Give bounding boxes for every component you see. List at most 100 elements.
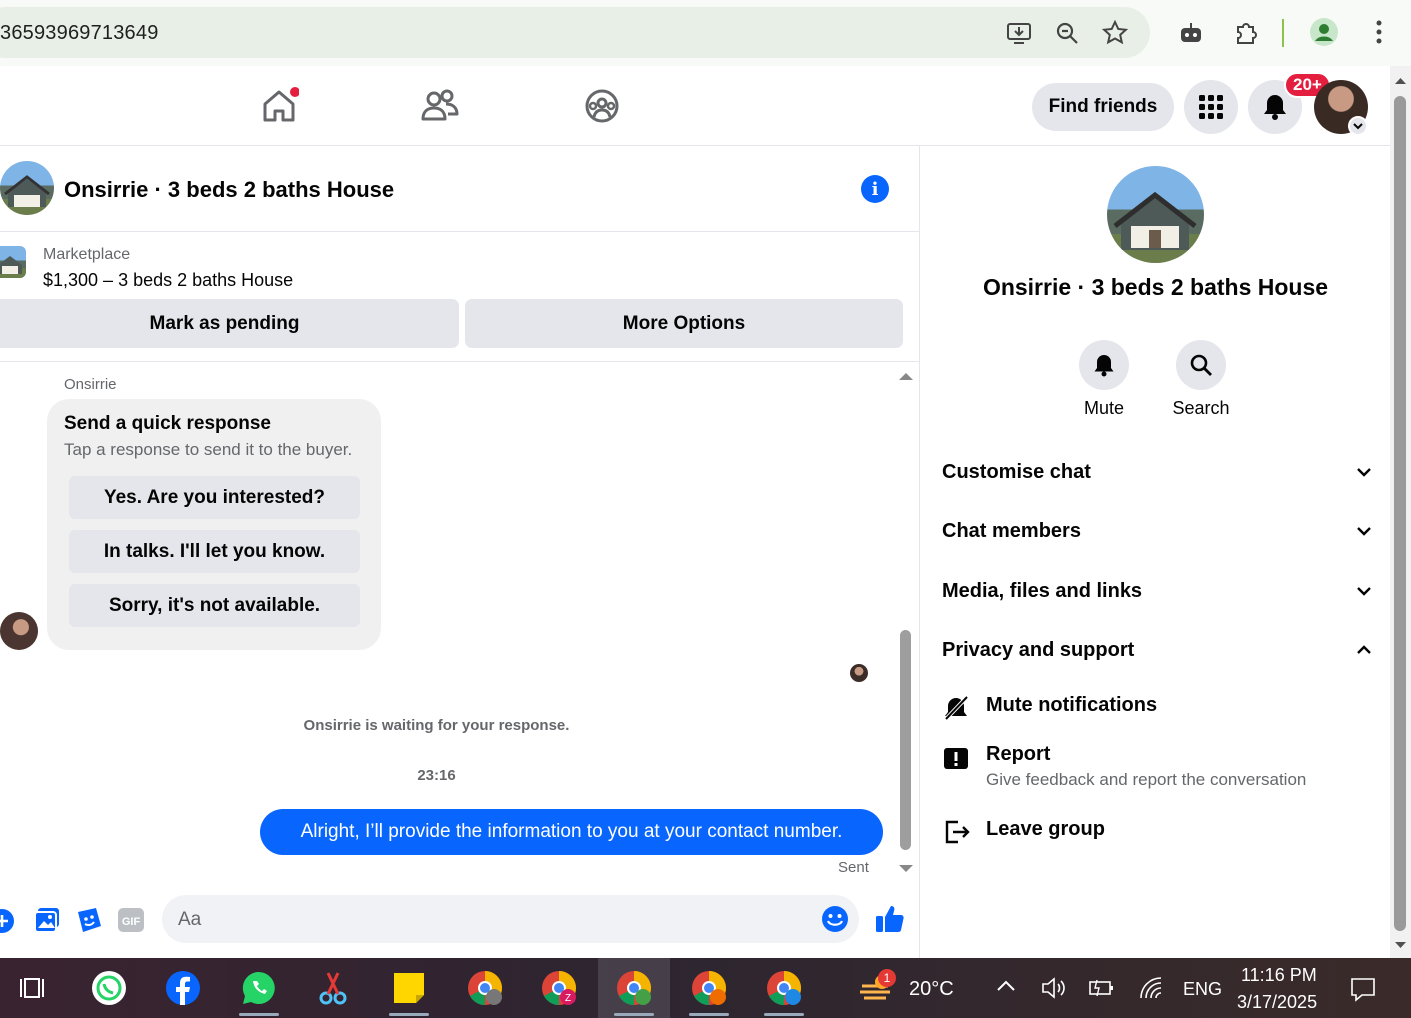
leave-door-icon xyxy=(942,818,970,846)
chevron-down-icon xyxy=(1357,527,1371,536)
url-text: 36593969713649 xyxy=(0,22,159,44)
bookmark-star-icon[interactable] xyxy=(1100,18,1130,48)
chrome-profile-4-icon[interactable] xyxy=(679,958,739,1018)
browser-toolbar: 36593969713649 xyxy=(0,0,1411,66)
listing-price-title[interactable]: $1,300 – 3 beds 2 baths House xyxy=(43,270,293,291)
active-app-indicator xyxy=(239,1013,279,1016)
search-icon xyxy=(1190,354,1212,376)
scroll-up-arrow-icon xyxy=(1395,78,1406,84)
info-icon[interactable]: i xyxy=(861,175,889,203)
quick-response-title: Send a quick response xyxy=(64,413,271,434)
more-options-button[interactable]: More Options xyxy=(465,299,903,348)
search-label: Search xyxy=(1172,398,1230,418)
message-input-placeholder: Aa xyxy=(178,909,202,930)
emoji-icon[interactable] xyxy=(821,905,849,938)
scroll-down-arrow-icon xyxy=(1395,942,1406,948)
sticker-icon[interactable] xyxy=(75,906,103,939)
menu-grid-button[interactable] xyxy=(1184,80,1238,134)
seen-indicator-avatar xyxy=(850,664,868,682)
section-chat-members[interactable]: Chat members xyxy=(942,511,1372,551)
section-label: Media, files and links xyxy=(942,579,1143,602)
svg-text:GIF: GIF xyxy=(122,916,141,928)
marketplace-listing-bar: Marketplace $1,300 – 3 beds 2 baths Hous… xyxy=(0,232,919,362)
scroll-down-arrow-icon[interactable] xyxy=(898,861,914,879)
waiting-status-text: Onsirrie is waiting for your response. xyxy=(303,717,570,734)
photo-icon[interactable] xyxy=(33,906,61,939)
whatsapp-desktop-icon[interactable] xyxy=(79,958,139,1018)
snipping-tool-icon[interactable] xyxy=(303,958,363,1018)
sent-message-bubble[interactable]: Alright, I’ll provide the information to… xyxy=(260,809,883,855)
friends-icon[interactable] xyxy=(420,86,460,126)
search-button[interactable]: Search xyxy=(1151,340,1251,419)
address-bar[interactable]: 36593969713649 xyxy=(0,7,1150,58)
sender-avatar[interactable] xyxy=(0,612,38,650)
chevron-up-icon[interactable] xyxy=(996,978,1016,997)
mute-label: Mute xyxy=(1083,398,1125,418)
chevron-up-icon xyxy=(1357,645,1371,654)
chat-header: Onsirrie · 3 beds 2 baths House i xyxy=(0,146,919,232)
wifi-icon[interactable] xyxy=(1138,976,1164,1005)
clock-time[interactable]: 11:16 PM xyxy=(1241,965,1317,986)
extensions-puzzle-icon[interactable] xyxy=(1231,18,1261,48)
add-plus-icon[interactable] xyxy=(0,907,16,940)
temperature[interactable]: 20°C xyxy=(909,978,954,1001)
scroll-up-arrow-icon[interactable] xyxy=(898,368,914,386)
report-item[interactable]: Report Give feedback and report the conv… xyxy=(942,743,1372,790)
mute-button[interactable]: Mute xyxy=(1054,340,1154,419)
chrome-profile-1-icon[interactable] xyxy=(455,958,515,1018)
battery-icon[interactable] xyxy=(1088,978,1116,1003)
weather-badge: 1 xyxy=(878,969,896,987)
section-label: Privacy and support xyxy=(942,638,1135,661)
message-scrollbar[interactable] xyxy=(900,630,911,850)
active-app-indicator xyxy=(689,1013,729,1016)
panel-chat-avatar[interactable] xyxy=(1107,166,1204,263)
windows-taskbar: Z 1 20°C ENG 11:16 PM 3/17/2025 xyxy=(0,958,1411,1018)
section-media-files-links[interactable]: Media, files and links xyxy=(942,571,1372,611)
quick-response-card: Send a quick response Tap a response to … xyxy=(47,399,381,650)
section-label: Customise chat xyxy=(942,460,1091,483)
chat-title[interactable]: Onsirrie · 3 beds 2 baths House xyxy=(64,177,394,203)
chat-avatar[interactable] xyxy=(0,161,54,215)
thumbs-up-icon[interactable] xyxy=(874,903,906,940)
page-scrollbar[interactable] xyxy=(1390,66,1411,958)
sticky-notes-icon[interactable] xyxy=(379,958,439,1018)
message-composer: GIF Aa xyxy=(0,892,919,952)
quick-response-button[interactable]: Sorry, it's not available. xyxy=(69,584,360,627)
leave-group-item[interactable]: Leave group xyxy=(942,818,1372,846)
quick-response-button[interactable]: In talks. I'll let you know. xyxy=(69,530,360,573)
chrome-profile-5-icon[interactable] xyxy=(754,958,814,1018)
message-timestamp: 23:16 xyxy=(417,767,456,784)
quick-response-button[interactable]: Yes. Are you interested? xyxy=(69,476,360,519)
kebab-menu-icon[interactable] xyxy=(1364,17,1394,47)
zoom-icon[interactable] xyxy=(1052,18,1082,48)
install-app-icon[interactable] xyxy=(1004,18,1034,48)
home-icon[interactable] xyxy=(259,86,300,126)
robot-extension-icon[interactable] xyxy=(1176,18,1206,48)
page-scrollbar-thumb[interactable] xyxy=(1394,96,1406,931)
mute-notifications-item[interactable]: Mute notifications xyxy=(942,694,1372,722)
volume-icon[interactable] xyxy=(1040,976,1066,1005)
language-indicator[interactable]: ENG xyxy=(1183,979,1222,1000)
chrome-profile-icon[interactable] xyxy=(1309,17,1339,47)
gif-icon[interactable]: GIF xyxy=(117,907,145,938)
notification-center-icon[interactable] xyxy=(1350,976,1376,1007)
mark-as-pending-button[interactable]: Mark as pending xyxy=(0,299,459,348)
section-privacy-support[interactable]: Privacy and support xyxy=(942,630,1372,670)
chrome-profile-3-icon[interactable] xyxy=(604,958,664,1018)
task-view-icon[interactable] xyxy=(2,958,62,1018)
sender-name: Onsirrie xyxy=(64,376,117,393)
groups-icon[interactable] xyxy=(582,86,622,126)
mute-notifications-label: Mute notifications xyxy=(986,694,1158,716)
chevron-down-icon xyxy=(1357,587,1371,596)
whatsapp-app-icon[interactable] xyxy=(229,958,289,1018)
message-input[interactable]: Aa xyxy=(162,895,859,943)
clock-date[interactable]: 3/17/2025 xyxy=(1237,992,1317,1013)
facebook-app-icon[interactable] xyxy=(153,958,213,1018)
listing-thumbnail[interactable] xyxy=(0,246,26,278)
chrome-profile-2-icon[interactable]: Z xyxy=(529,958,589,1018)
account-chevron-icon[interactable] xyxy=(1348,116,1368,136)
section-customise-chat[interactable]: Customise chat xyxy=(942,452,1372,492)
message-thread: Onsirrie Send a quick response Tap a res… xyxy=(0,362,919,892)
find-friends-button[interactable]: Find friends xyxy=(1032,83,1174,131)
grid-icon xyxy=(1199,95,1223,119)
